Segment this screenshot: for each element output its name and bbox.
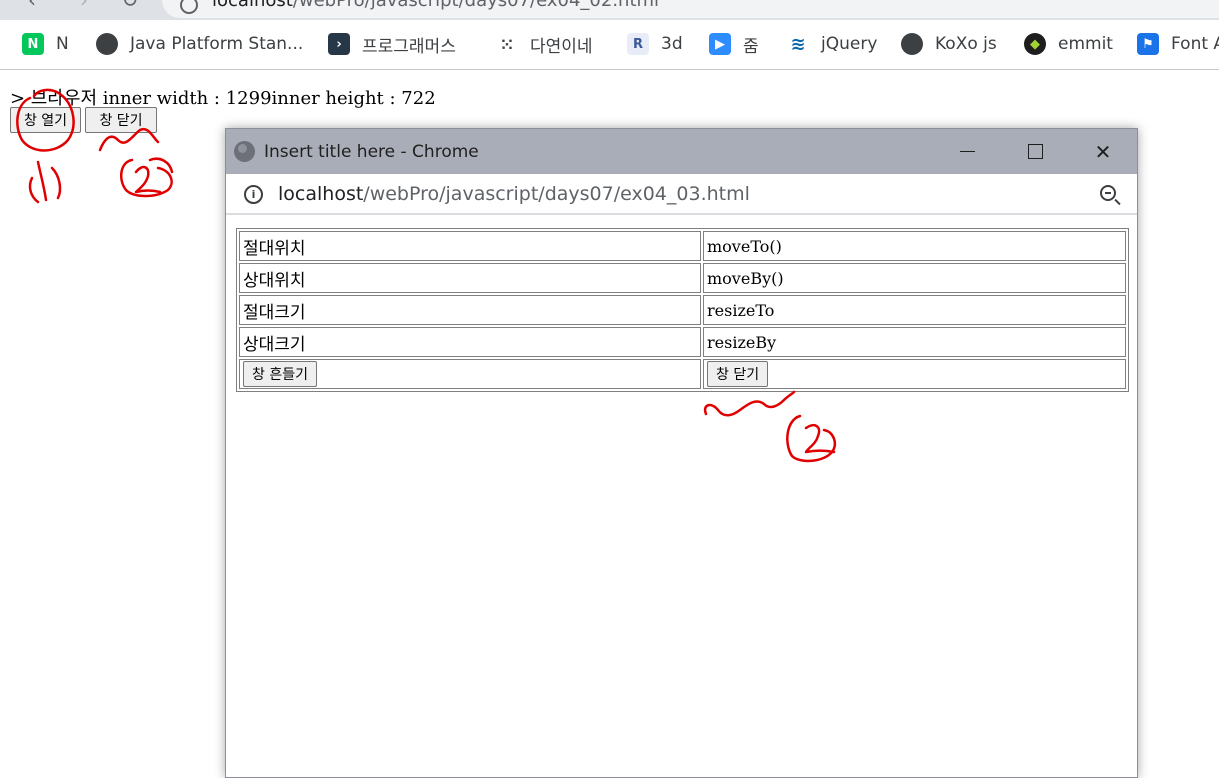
jquery-icon: ≋ (787, 33, 809, 55)
bookmark-label: Font A (1171, 34, 1219, 54)
flag-icon: ⚑ (1137, 33, 1159, 55)
table-cell: moveBy() (703, 263, 1126, 293)
bookmark-item[interactable]: N N (22, 31, 69, 57)
site-info-icon[interactable] (180, 0, 198, 14)
bookmark-label: N (56, 34, 69, 54)
info-icon[interactable]: i (244, 185, 263, 204)
popup-window: Insert title here - Chrome ✕ i localhost… (225, 128, 1138, 778)
bookmark-label: jQuery (821, 34, 878, 54)
popup-close-button[interactable]: 창 닫기 (707, 361, 769, 387)
globe-icon (96, 33, 118, 55)
bookmark-label: 다연이네 (530, 36, 593, 57)
table-row: 절대위치 moveTo() (239, 231, 1126, 261)
table-cell: 창 닫기 (703, 359, 1126, 389)
table-cell: 절대위치 (239, 231, 701, 261)
bookmark-label: emmit (1058, 34, 1113, 54)
dots-icon: ⁙ (496, 33, 518, 55)
bookmark-item[interactable]: › 프로그래머스 (328, 31, 456, 57)
table-cell: 상대크기 (239, 327, 701, 357)
table-cell: moveTo() (703, 231, 1126, 261)
popup-address-text[interactable]: localhost/webPro/javascript/days07/ex04_… (278, 183, 750, 205)
close-icon: ✕ (1094, 139, 1112, 164)
bookmarks-bar: N N Java Platform Stan... › 프로그래머스 ⁙ 다연이… (0, 20, 1219, 70)
globe-icon (901, 33, 923, 55)
zoom-out-icon[interactable] (1100, 185, 1116, 201)
bookmark-label: KoXo js (935, 34, 997, 54)
emmet-icon: ◆ (1024, 33, 1046, 55)
bookmark-item[interactable]: KoXo js (901, 31, 997, 57)
bookmark-item[interactable]: ⚑ Font A (1137, 31, 1219, 57)
maximize-icon (1027, 144, 1043, 159)
table-row: 상대크기 resizeBy (239, 327, 1126, 357)
popup-title: Insert title here - Chrome (264, 142, 479, 162)
programmers-icon: › (328, 33, 350, 55)
open-window-button[interactable]: 창 열기 (10, 107, 81, 133)
bookmark-item[interactable]: ◆ emmit (1024, 31, 1113, 57)
popup-title-bar[interactable]: Insert title here - Chrome ✕ (226, 129, 1137, 174)
minimize-icon (959, 151, 975, 152)
browser-toolbar: ‹ › ↻ localhost/webPro/javascript/days07… (0, 0, 1219, 20)
forward-icon[interactable]: › (70, 0, 98, 14)
bookmark-label: 프로그래머스 (362, 36, 456, 57)
r-logo-icon: R (627, 33, 649, 55)
table-row: 절대크기 resizeTo (239, 295, 1126, 325)
reload-icon[interactable]: ↻ (116, 0, 144, 14)
close-button[interactable]: ✕ (1069, 129, 1137, 174)
table-cell: 절대크기 (239, 295, 701, 325)
naver-icon: N (22, 33, 44, 55)
bookmark-item[interactable]: ▶ 줌 (709, 31, 759, 57)
annotation-number-1 (28, 160, 62, 204)
bookmark-label: 3d (661, 34, 683, 54)
bookmark-item[interactable]: R 3d (627, 31, 683, 57)
address-text[interactable]: localhost/webPro/javascript/days07/ex04_… (212, 0, 659, 11)
close-window-button[interactable]: 창 닫기 (85, 107, 157, 133)
table-row: 창 흔들기 창 닫기 (239, 359, 1126, 389)
table-cell: 창 흔들기 (239, 359, 701, 389)
back-icon[interactable]: ‹ (18, 0, 46, 14)
table-row: 상대위치 moveBy() (239, 263, 1126, 293)
address-bar[interactable]: localhost/webPro/javascript/days07/ex04_… (162, 0, 1219, 18)
bookmark-label: Java Platform Stan... (130, 34, 304, 54)
maximize-button[interactable] (1001, 129, 1069, 174)
bookmark-item[interactable]: Java Platform Stan... (96, 31, 303, 57)
annotation-number-2 (119, 157, 174, 198)
bookmark-label: 줌 (743, 36, 759, 57)
popup-address-bar[interactable]: i localhost/webPro/javascript/days07/ex0… (226, 174, 1137, 215)
minimize-button[interactable] (933, 129, 1001, 174)
table-cell: resizeTo (703, 295, 1126, 325)
table-cell: 상대위치 (239, 263, 701, 293)
table-cell: resizeBy (703, 327, 1126, 357)
shake-window-button[interactable]: 창 흔들기 (243, 361, 317, 387)
zoom-app-icon: ▶ (709, 33, 731, 55)
bookmark-item[interactable]: ≋ jQuery (787, 31, 877, 57)
bookmark-item[interactable]: ⁙ 다연이네 (496, 31, 593, 57)
window-methods-table: 절대위치 moveTo() 상대위치 moveBy() 절대크기 resizeT… (236, 228, 1129, 392)
globe-icon (234, 141, 255, 162)
